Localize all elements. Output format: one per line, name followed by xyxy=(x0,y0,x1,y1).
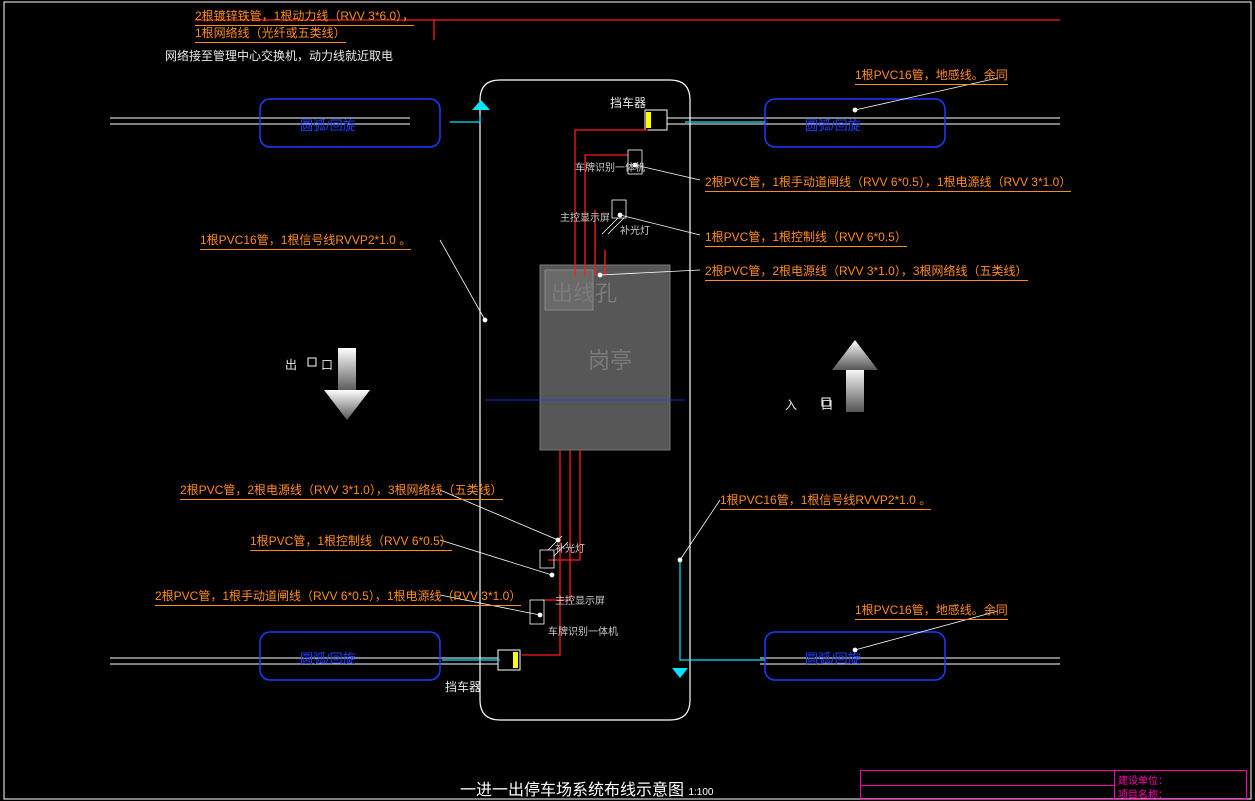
label-barrier-bot: 挡车器 xyxy=(445,678,481,695)
label-exit: 出 口 xyxy=(285,356,339,373)
note-right-line2: 1根PVC管，1根控制线（RVV 6*0.5） xyxy=(705,228,907,247)
loop-box-tl: 圆弧/回旋 xyxy=(300,115,356,134)
note-pvc16-ground-bot: 1根PVC16管，地感线。余同 xyxy=(855,601,1008,620)
label-barrier-top: 挡车器 xyxy=(610,94,646,111)
title-scale: 1:100 xyxy=(688,787,713,798)
drawing-canvas xyxy=(0,0,1255,801)
note-left-line1: 2根PVC管，2根电源线（RVV 3*1.0），3根网络线（五类线） xyxy=(180,481,503,500)
note-top-cable-2: 1根网络线（光纤或五类线） xyxy=(195,24,346,43)
label-camera-bot: 车牌识别一体机 xyxy=(548,623,618,638)
drawing-title: 一进一出停车场系统布线示意图 1:100 xyxy=(460,776,714,800)
title-block xyxy=(860,770,1247,800)
label-camera-top: 车牌识别一体机 xyxy=(575,159,645,174)
note-pvc16-signal-right: 1根PVC16管，1根信号线RVVP2*1.0 。 xyxy=(720,491,931,510)
loop-box-tr: 圆弧/回旋 xyxy=(805,115,861,134)
note-left-line3: 2根PVC管，1根手动道闸线（RVV 6*0.5），1根电源线（RVV 3*1.… xyxy=(155,587,521,606)
label-display-bot: 主控显示屏 xyxy=(555,592,605,607)
tb-owner: 建设单位： xyxy=(1118,772,1168,787)
loop-box-br: 圆弧/回旋 xyxy=(805,648,861,667)
label-outlet-hole: 出线孔 xyxy=(551,276,617,308)
label-filllight-top: 补光灯 xyxy=(620,222,650,237)
label-entry: 入 口 xyxy=(785,396,839,413)
loop-box-bl: 圆弧/回旋 xyxy=(300,648,356,667)
label-display-top: 主控显示屏 xyxy=(560,209,610,224)
label-booth: 岗亭 xyxy=(588,343,632,375)
note-pvc16-ground-top: 1根PVC16管，地感线。余同 xyxy=(855,66,1008,85)
note-right-line1: 2根PVC管，1根手动道闸线（RVV 6*0.5），1根电源线（RVV 3*1.… xyxy=(705,173,1071,192)
tb-project: 项目名称： xyxy=(1118,786,1168,801)
note-pvc16-signal-left: 1根PVC16管，1根信号线RVVP2*1.0 。 xyxy=(200,231,411,250)
title-text: 一进一出停车场系统布线示意图 xyxy=(460,782,684,799)
label-filllight-bot: 补光灯 xyxy=(555,540,585,555)
note-network-power: 网络接至管理中心交换机，动力线就近取电 xyxy=(165,47,393,64)
note-right-line3: 2根PVC管，2根电源线（RVV 3*1.0），3根网络线（五类线） xyxy=(705,262,1028,281)
note-left-line2: 1根PVC管，1根控制线（RVV 6*0.5） xyxy=(250,532,452,551)
